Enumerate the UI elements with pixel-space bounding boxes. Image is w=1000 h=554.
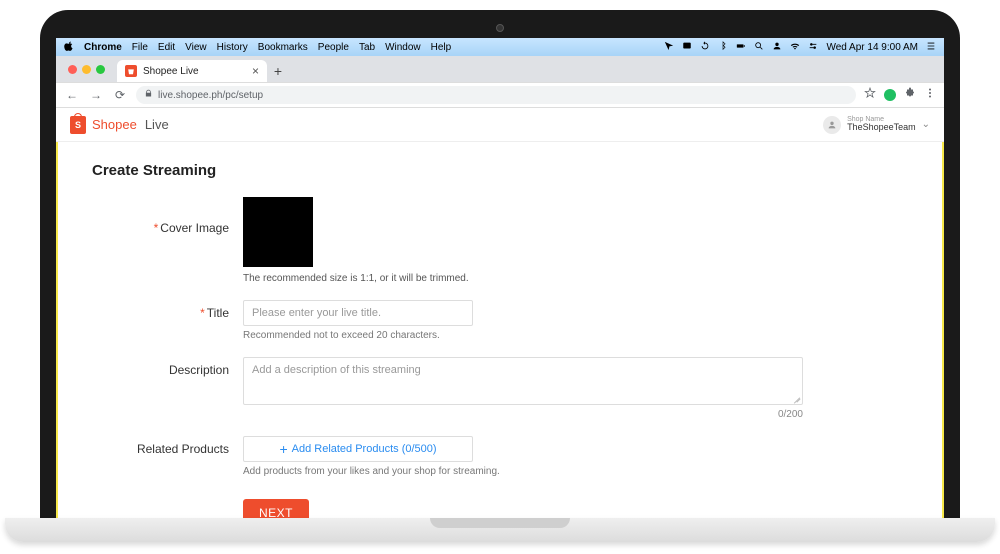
menubar-item-edit[interactable]: Edit (158, 42, 175, 53)
desc-placeholder: Add a description of this streaming (252, 364, 421, 376)
location-icon[interactable] (664, 41, 674, 54)
extension-icon[interactable] (884, 89, 896, 101)
new-tab-button[interactable]: + (267, 60, 289, 82)
add-related-products-button[interactable]: + Add Related Products (0/500) (243, 436, 473, 462)
laptop-camera (496, 24, 504, 32)
tab-close-icon[interactable]: × (252, 64, 259, 78)
reload-button[interactable]: ⟳ (112, 88, 128, 102)
forward-button[interactable]: → (88, 88, 104, 102)
page-title: Create Streaming (92, 162, 902, 179)
desc-counter: 0/200 (243, 409, 803, 420)
menubar-item-view[interactable]: View (185, 42, 207, 53)
menubar-item-file[interactable]: File (132, 42, 148, 53)
tab-title: Shopee Live (143, 66, 199, 77)
menubar-item-help[interactable]: Help (431, 42, 452, 53)
user-icon[interactable] (772, 41, 782, 54)
favicon-icon (125, 65, 137, 77)
menubar-clock[interactable]: Wed Apr 14 9:00 AM (826, 42, 918, 53)
menubar-item-tab[interactable]: Tab (359, 42, 375, 53)
resize-handle-icon[interactable] (793, 395, 801, 403)
menubar-item-bookmarks[interactable]: Bookmarks (258, 42, 308, 53)
back-button[interactable]: ← (64, 88, 80, 102)
bluetooth-icon[interactable] (718, 41, 728, 54)
plus-icon: + (279, 442, 287, 456)
related-label: Related Products (137, 442, 229, 456)
cover-image-upload[interactable] (243, 197, 313, 267)
sync-icon[interactable] (700, 41, 710, 54)
shopee-logo-icon (70, 116, 86, 134)
address-bar[interactable]: live.shopee.ph/pc/setup (136, 86, 856, 104)
title-placeholder: Please enter your live title. (252, 307, 381, 319)
user-name: TheShopeeTeam (847, 123, 916, 133)
url-text: live.shopee.ph/pc/setup (158, 90, 263, 101)
brand-name: Shopee (92, 117, 137, 132)
notification-center-icon[interactable] (926, 41, 936, 54)
shopee-brand[interactable]: Shopee Live (70, 116, 169, 134)
cover-label: Cover Image (160, 221, 229, 235)
window-zoom-button[interactable] (96, 65, 105, 74)
title-label: Title (207, 306, 229, 320)
title-input[interactable]: Please enter your live title. (243, 300, 473, 326)
related-hint: Add products from your likes and your sh… (243, 466, 803, 477)
brand-sub: Live (145, 117, 169, 132)
window-minimize-button[interactable] (82, 65, 91, 74)
macos-menubar: Chrome File Edit View History Bookmarks … (56, 38, 944, 56)
next-button[interactable]: NEXT (243, 499, 309, 518)
add-related-label: Add Related Products (0/500) (292, 443, 437, 455)
menubar-item-window[interactable]: Window (385, 42, 421, 53)
desc-label: Description (169, 363, 229, 377)
chrome-menu-icon[interactable] (924, 86, 936, 104)
description-textarea[interactable]: Add a description of this streaming (243, 357, 803, 405)
search-icon[interactable] (754, 41, 764, 54)
laptop-base (5, 518, 995, 542)
chevron-down-icon: ⌄ (922, 119, 930, 130)
apple-logo-icon[interactable] (64, 41, 74, 54)
required-asterisk: * (200, 306, 205, 320)
window-close-button[interactable] (68, 65, 77, 74)
menubar-item-people[interactable]: People (318, 42, 349, 53)
menubar-item-history[interactable]: History (217, 42, 248, 53)
wifi-icon[interactable] (790, 41, 800, 54)
control-center-icon[interactable] (808, 41, 818, 54)
battery-icon[interactable] (736, 41, 746, 54)
cover-hint: The recommended size is 1:1, or it will … (243, 273, 803, 284)
user-menu[interactable]: Shop Name TheShopeeTeam ⌄ (823, 116, 930, 134)
extensions-menu-icon[interactable] (904, 86, 916, 104)
menubar-app-name[interactable]: Chrome (84, 42, 122, 53)
bookmark-icon[interactable] (864, 86, 876, 104)
browser-tab[interactable]: Shopee Live × (117, 60, 267, 82)
required-asterisk: * (154, 221, 159, 235)
avatar-icon (823, 116, 841, 134)
title-hint: Recommended not to exceed 20 characters. (243, 330, 803, 341)
screen-icon[interactable] (682, 41, 692, 54)
lock-icon (144, 89, 153, 101)
